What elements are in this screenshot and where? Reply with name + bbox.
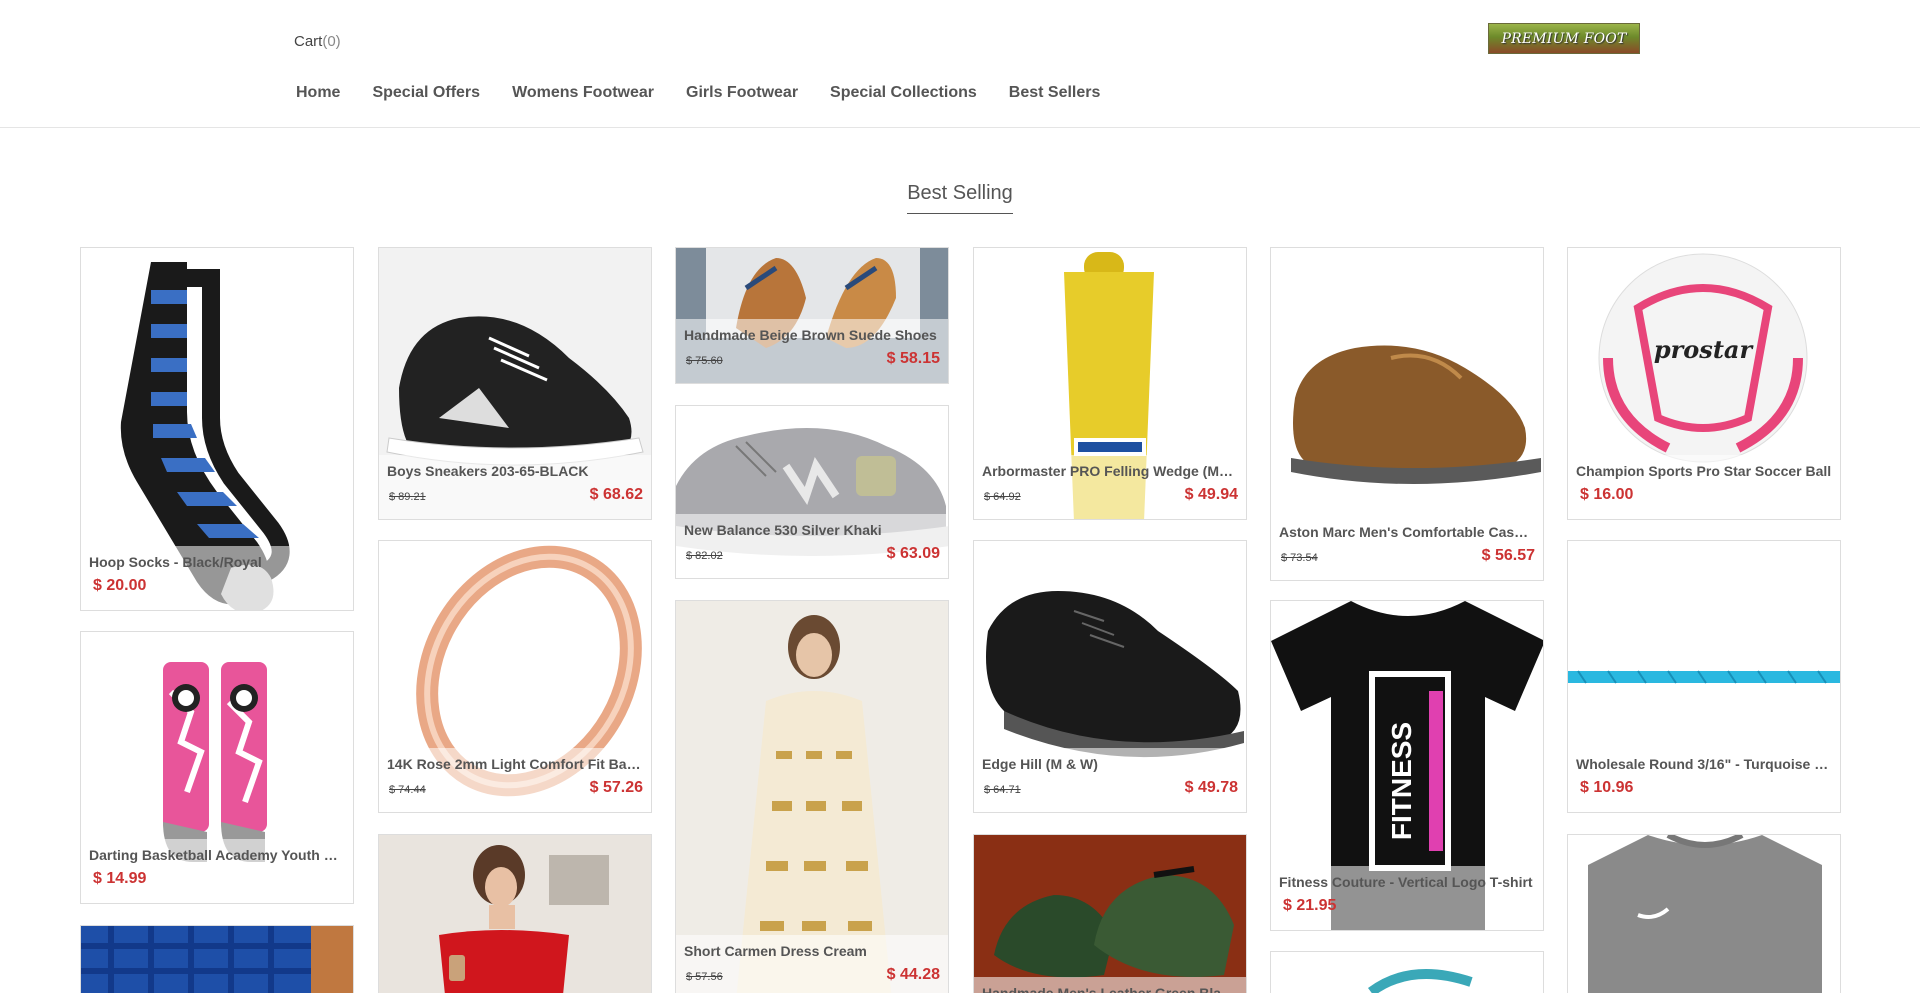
product-name: New Balance 530 Silver Khaki [684, 522, 882, 538]
product-image-green-shoes [974, 835, 1246, 993]
product-old-price: $ 64.92 [984, 491, 1021, 503]
product-old-price: $ 57.56 [686, 971, 723, 983]
section-title: Best Selling [907, 182, 1013, 214]
product-price: $ 68.62 [589, 486, 643, 503]
product-card[interactable]: Darting Basketball Academy Youth Socks $… [80, 631, 354, 904]
product-price: $ 10.96 [1580, 779, 1634, 796]
product-name: Hoop Socks - Black/Royal [89, 554, 262, 570]
product-old-price: $ 89.21 [389, 491, 426, 503]
cart-count: (0) [322, 33, 341, 50]
product-price: $ 63.09 [886, 545, 940, 562]
product-info: Handmade Beige Brown Suede Shoes $ 75.60… [676, 319, 948, 383]
product-old-price: $ 74.44 [389, 784, 426, 796]
product-old-price: $ 73.54 [1281, 552, 1318, 564]
product-price: $ 14.99 [93, 870, 147, 887]
product-image-teal-item [1368, 969, 1473, 993]
product-card[interactable] [1270, 951, 1544, 993]
cart-label: Cart [294, 33, 323, 50]
product-image-blue-crate [81, 926, 353, 993]
product-name: Champion Sports Pro Star Soccer Ball [1576, 463, 1832, 479]
product-info: New Balance 530 Silver Khaki $ 82.02 $ 6… [676, 514, 948, 578]
product-name: Wholesale Round 3/16" - Turquoise Shoela… [1576, 756, 1832, 772]
product-info: Hoop Socks - Black/Royal $ 20.00 [81, 546, 353, 610]
product-price: $ 44.28 [886, 966, 940, 983]
product-card[interactable]: Handmade Beige Brown Suede Shoes $ 75.60… [675, 247, 949, 384]
product-card[interactable]: Short Carmen Dress Cream $ 57.56 $ 44.28 [675, 600, 949, 993]
nav-special-collections[interactable]: Special Collections [814, 84, 993, 102]
product-info: Short Carmen Dress Cream $ 57.56 $ 44.28 [676, 935, 948, 993]
product-price: $ 16.00 [1580, 486, 1634, 503]
product-name: Arbormaster PRO Felling Wedge (Medium) [982, 463, 1238, 479]
product-card[interactable] [378, 834, 652, 993]
product-info: Fitness Couture - Vertical Logo T-shirt … [1271, 866, 1543, 930]
product-card[interactable]: Aston Marc Men's Comfortable Casual Loaf… [1270, 247, 1544, 581]
product-info: Darting Basketball Academy Youth Socks $… [81, 839, 353, 903]
product-price: $ 21.95 [1283, 897, 1337, 914]
product-card[interactable] [1567, 834, 1841, 993]
product-info: Wholesale Round 3/16" - Turquoise Shoela… [1568, 748, 1840, 812]
cart-link[interactable]: Cart(0) [294, 33, 341, 50]
product-info: Edge Hill (M & W) $ 64.71 $ 49.78 [974, 748, 1246, 812]
product-info: Arbormaster PRO Felling Wedge (Medium) $… [974, 455, 1246, 519]
section-heading: Best Selling [0, 182, 1920, 214]
product-card[interactable]: New Balance 530 Silver Khaki $ 82.02 $ 6… [675, 405, 949, 579]
product-name: Darting Basketball Academy Youth Socks [89, 847, 345, 863]
product-name: Handmade Beige Brown Suede Shoes [684, 327, 937, 343]
svg-text:prostar: prostar [1654, 335, 1755, 364]
product-info: Aston Marc Men's Comfortable Casual Loaf… [1271, 516, 1543, 580]
main-nav: Home Special Offers Womens Footwear Girl… [280, 84, 1116, 102]
product-info: Boys Sneakers 203-65-BLACK $ 89.21 $ 68.… [379, 455, 651, 519]
product-name: Boys Sneakers 203-65-BLACK [387, 463, 589, 479]
product-image-grey-sweatshirt [1588, 835, 1822, 993]
product-name: Handmade Men's Leather Green Black Shoes [982, 985, 1238, 993]
nav-special-offers[interactable]: Special Offers [356, 84, 496, 102]
product-name: 14K Rose 2mm Light Comfort Fit Band [387, 756, 643, 772]
product-card[interactable]: Boys Sneakers 203-65-BLACK $ 89.21 $ 68.… [378, 247, 652, 520]
product-name: Short Carmen Dress Cream [684, 943, 867, 959]
product-price: $ 57.26 [589, 779, 643, 796]
product-old-price: $ 75.60 [686, 355, 723, 367]
nav-best-sellers[interactable]: Best Sellers [993, 84, 1117, 102]
product-card[interactable]: Hoop Socks - Black/Royal $ 20.00 [80, 247, 354, 611]
product-price: $ 56.57 [1481, 547, 1535, 564]
product-price: $ 49.94 [1184, 486, 1238, 503]
product-card[interactable]: Edge Hill (M & W) $ 64.71 $ 49.78 [973, 540, 1247, 813]
product-card[interactable]: FITNESS Fitness Couture - Vertical Logo … [1270, 600, 1544, 931]
product-info: Handmade Men's Leather Green Black Shoes [974, 977, 1246, 993]
site-header: Cart(0) PREMIUM FOOT Home Special Offers… [0, 0, 1920, 128]
product-name: Edge Hill (M & W) [982, 756, 1098, 772]
product-card[interactable]: Arbormaster PRO Felling Wedge (Medium) $… [973, 247, 1247, 520]
svg-text:FITNESS: FITNESS [1386, 722, 1417, 840]
site-logo[interactable]: PREMIUM FOOT [1488, 23, 1640, 54]
product-card[interactable]: Handmade Men's Leather Green Black Shoes [973, 834, 1247, 993]
nav-womens-footwear[interactable]: Womens Footwear [496, 84, 670, 102]
product-name: Aston Marc Men's Comfortable Casual Loaf… [1279, 524, 1535, 540]
product-image-red-dress [379, 835, 651, 993]
nav-girls-footwear[interactable]: Girls Footwear [670, 84, 814, 102]
product-price: $ 20.00 [93, 577, 147, 594]
product-card[interactable]: Wholesale Round 3/16" - Turquoise Shoela… [1567, 540, 1841, 813]
product-card[interactable] [80, 925, 354, 993]
product-old-price: $ 64.71 [984, 784, 1021, 796]
product-price: $ 49.78 [1184, 779, 1238, 796]
product-price: $ 58.15 [886, 350, 940, 367]
product-card[interactable]: 14K Rose 2mm Light Comfort Fit Band $ 74… [378, 540, 652, 813]
product-old-price: $ 82.02 [686, 550, 723, 562]
product-info: 14K Rose 2mm Light Comfort Fit Band $ 74… [379, 748, 651, 812]
nav-home[interactable]: Home [280, 84, 356, 102]
logo-text: PREMIUM FOOT [1501, 30, 1627, 47]
product-card[interactable]: prostar Champion Sports Pro Star Soccer … [1567, 247, 1841, 520]
product-info: Champion Sports Pro Star Soccer Ball $ 1… [1568, 455, 1840, 519]
product-name: Fitness Couture - Vertical Logo T-shirt [1279, 874, 1533, 890]
